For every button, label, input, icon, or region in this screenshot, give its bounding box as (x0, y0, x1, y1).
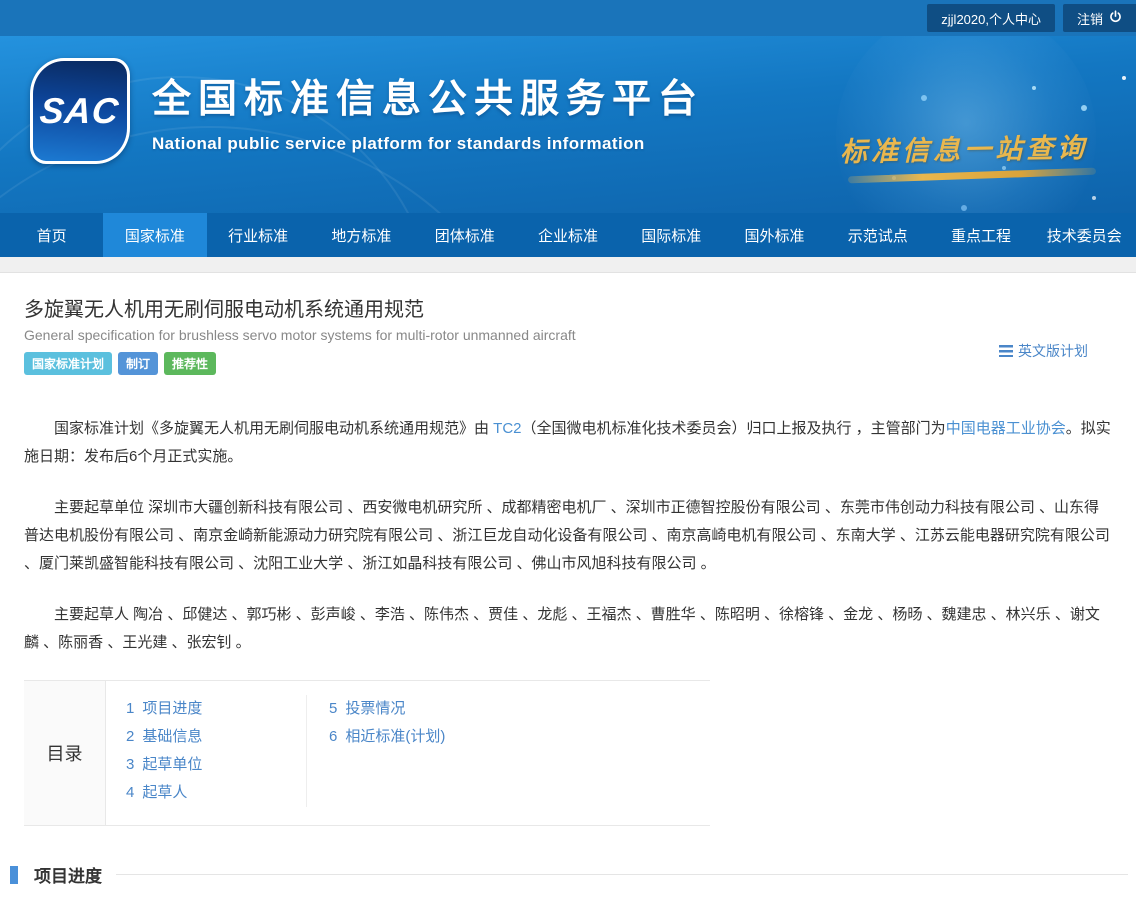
progress-section-header: 项目进度 (0, 862, 1136, 887)
sac-logo: SAC (30, 58, 130, 164)
toc-item-similar-standards[interactable]: 6 相近标准(计划) (329, 723, 445, 751)
english-version-label: 英文版计划 (1018, 341, 1088, 361)
top-bar: zjjl2020,个人中心 注销 (0, 0, 1136, 36)
toc-body: 1 项目进度 2 基础信息 3 起草单位 4 起草人 5 投票情况 6 相近标准(计划) (106, 681, 710, 825)
table-of-contents: 目录 1 项目进度 2 基础信息 3 起草单位 4 起草人 5 投票情况 6 相近标准(计划… (24, 680, 710, 826)
article-paragraphs: 国家标准计划《多旋翼无人机用无刷伺服电动机系统通用规范》由 TC2（全国微电机标… (24, 415, 1112, 657)
toc-column-2: 5 投票情况 6 相近标准(计划) (306, 695, 445, 807)
tag-national-plan: 国家标准计划 (24, 352, 112, 375)
toc-text: 起草单位 (142, 756, 202, 773)
site-subtitle: National public service platform for sta… (152, 134, 704, 154)
tag-recommended: 推荐性 (164, 352, 216, 375)
logout-label: 注销 (1077, 9, 1103, 28)
main-nav: 首页 国家标准 行业标准 地方标准 团体标准 企业标准 国际标准 国外标准 示范… (0, 213, 1136, 257)
paragraph-drafting-units: 主要起草单位 深圳市大疆创新科技有限公司 、西安微电机研究所 、成都精密电机厂 … (24, 494, 1112, 578)
standard-title: 多旋翼无人机用无刷伺服电动机系统通用规范 (24, 293, 1112, 322)
toc-text: 基础信息 (142, 728, 202, 745)
list-icon (999, 345, 1013, 357)
site-title: 全国标准信息公共服务平台 (152, 68, 704, 124)
toc-num: 6 (329, 728, 337, 745)
section-accent-square (10, 866, 18, 884)
power-icon (1109, 10, 1122, 26)
toc-item-progress[interactable]: 1 项目进度 (126, 695, 306, 723)
toc-num: 5 (329, 700, 337, 717)
brand-block[interactable]: SAC 全国标准信息公共服务平台 National public service… (30, 58, 704, 164)
tag-row: 国家标准计划 制订 推荐性 (24, 352, 1112, 375)
toc-text: 起草人 (142, 784, 187, 801)
section-rule (116, 874, 1128, 875)
nav-item-industry-standards[interactable]: 行业标准 (207, 213, 310, 257)
nav-item-key-projects[interactable]: 重点工程 (929, 213, 1032, 257)
logout-button[interactable]: 注销 (1063, 4, 1136, 32)
paragraph-drafters: 主要起草人 陶冶 、邱健达 、郭巧彬 、彭声峻 、李浩 、陈伟杰 、贾佳 、龙彪… (24, 601, 1112, 657)
nav-item-local-standards[interactable]: 地方标准 (310, 213, 413, 257)
nav-item-enterprise-standards[interactable]: 企业标准 (516, 213, 619, 257)
sac-logo-text: SAC (38, 90, 121, 132)
nav-item-national-standards[interactable]: 国家标准 (103, 213, 206, 257)
p1-text: 国家标准计划《多旋翼无人机用无刷伺服电动机系统通用规范》由 (54, 420, 493, 437)
tag-formulate: 制订 (118, 352, 158, 375)
toc-item-drafters[interactable]: 4 起草人 (126, 779, 306, 807)
paragraph-overview: 国家标准计划《多旋翼无人机用无刷伺服电动机系统通用规范》由 TC2（全国微电机标… (24, 415, 1112, 471)
toc-text: 相近标准(计划) (345, 728, 445, 745)
spacer-band (0, 257, 1136, 273)
toc-num: 4 (126, 784, 134, 801)
toc-column-1: 1 项目进度 2 基础信息 3 起草单位 4 起草人 (106, 695, 306, 807)
progress-heading: 项目进度 (34, 862, 102, 887)
nav-item-technical-committees[interactable]: 技术委员会 (1033, 213, 1136, 257)
nav-item-foreign-standards[interactable]: 国外标准 (723, 213, 826, 257)
toc-num: 1 (126, 700, 134, 717)
article-header: 多旋翼无人机用无刷伺服电动机系统通用规范 General specificati… (24, 293, 1112, 375)
nav-item-international-standards[interactable]: 国际标准 (620, 213, 723, 257)
page-content: 多旋翼无人机用无刷伺服电动机系统通用规范 General specificati… (0, 293, 1136, 826)
user-center-label: zjjl2020,个人中心 (941, 9, 1041, 28)
toc-num: 3 (126, 756, 134, 773)
tc2-link[interactable]: TC2 (493, 420, 521, 437)
nav-item-pilot-demo[interactable]: 示范试点 (826, 213, 929, 257)
toc-item-basic-info[interactable]: 2 基础信息 (126, 723, 306, 751)
english-version-link[interactable]: 英文版计划 (999, 341, 1088, 361)
slogan-text: 标准信息一站查询 (840, 126, 1089, 169)
association-link[interactable]: 中国电器工业协会 (946, 420, 1066, 437)
globe-graphic (836, 36, 1096, 213)
toc-label: 目录 (24, 681, 106, 825)
brand-text: 全国标准信息公共服务平台 National public service pla… (152, 68, 704, 154)
toc-item-voting[interactable]: 5 投票情况 (329, 695, 445, 723)
user-center-button[interactable]: zjjl2020,个人中心 (927, 4, 1055, 32)
nav-item-home[interactable]: 首页 (0, 213, 103, 257)
toc-item-drafting-units[interactable]: 3 起草单位 (126, 751, 306, 779)
standard-title-english: General specification for brushless serv… (24, 327, 1112, 343)
site-header: SAC 全国标准信息公共服务平台 National public service… (0, 36, 1136, 213)
toc-text: 投票情况 (345, 700, 405, 717)
p1-text: （全国微电机标准化技术委员会）归口上报及执行 ，主管部门为 (522, 420, 946, 437)
toc-text: 项目进度 (142, 700, 202, 717)
sparkle-dots (1122, 76, 1126, 80)
nav-item-group-standards[interactable]: 团体标准 (413, 213, 516, 257)
toc-num: 2 (126, 728, 134, 745)
